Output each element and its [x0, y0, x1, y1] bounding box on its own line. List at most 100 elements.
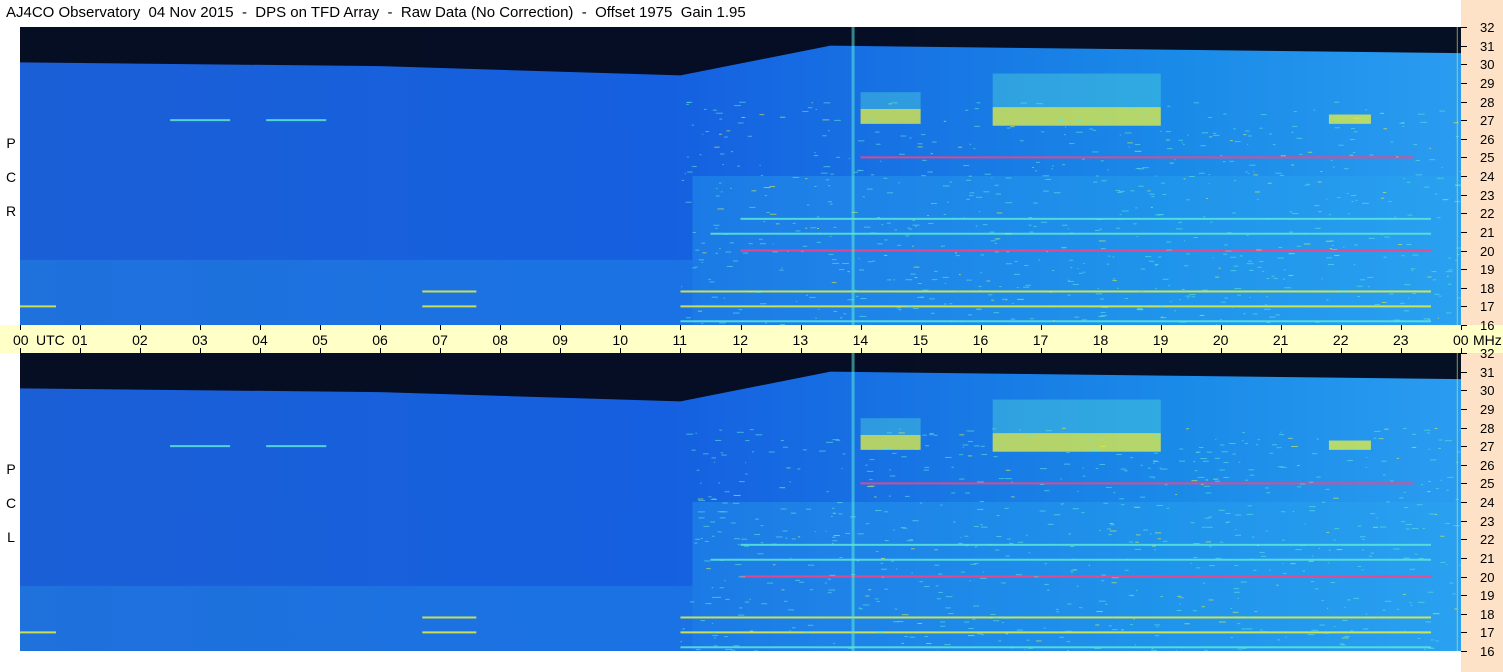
- noise-speckle: [1292, 125, 1298, 127]
- noise-speckle: [1064, 630, 1072, 632]
- noise-speckle: [1313, 109, 1316, 111]
- time-tick-label: 00: [13, 332, 29, 348]
- noise-speckle: [1049, 291, 1053, 293]
- noise-speckle: [919, 581, 924, 583]
- freq-tick-label: 26: [1480, 458, 1495, 473]
- noise-speckle: [1415, 174, 1423, 176]
- noise-speckle: [715, 439, 722, 441]
- noise-speckle: [1119, 134, 1122, 136]
- noise-speckle: [1213, 478, 1219, 480]
- noise-speckle: [1101, 180, 1107, 182]
- noise-speckle: [924, 466, 930, 468]
- freq-tick-mark: [1461, 102, 1467, 103]
- noise-speckle: [1428, 647, 1435, 649]
- noise-speckle: [1135, 541, 1139, 543]
- noise-speckle: [1076, 131, 1083, 133]
- noise-speckle: [682, 628, 685, 630]
- noise-speckle: [905, 495, 910, 497]
- noise-speckle: [1028, 552, 1031, 554]
- noise-speckle: [1111, 577, 1119, 579]
- noise-speckle: [1230, 636, 1233, 638]
- noise-speckle: [892, 452, 897, 454]
- noise-speckle: [893, 621, 900, 623]
- noise-speckle: [1185, 295, 1191, 297]
- noise-speckle: [724, 136, 728, 138]
- freq-tick-label: 23: [1480, 188, 1495, 203]
- noise-speckle: [949, 303, 953, 305]
- noise-speckle: [1061, 247, 1067, 249]
- noise-speckle: [1229, 140, 1233, 142]
- noise-speckle: [1309, 510, 1315, 512]
- noise-speckle: [1192, 610, 1197, 612]
- noise-speckle: [700, 620, 706, 622]
- noise-speckle: [1106, 263, 1110, 265]
- noise-speckle: [948, 613, 954, 615]
- noise-speckle: [701, 262, 703, 264]
- noise-speckle: [1067, 294, 1071, 296]
- noise-speckle: [884, 511, 888, 513]
- storm-emission: [1328, 440, 1371, 450]
- noise-speckle: [869, 120, 877, 122]
- noise-speckle: [754, 650, 758, 651]
- noise-speckle: [1368, 237, 1375, 239]
- time-tick-label: 14: [852, 332, 869, 348]
- noise-speckle: [698, 259, 705, 261]
- noise-speckle: [1117, 191, 1123, 193]
- time-tick-label: 07: [432, 332, 448, 348]
- noise-speckle: [1027, 647, 1034, 649]
- noise-speckle: [723, 297, 726, 299]
- noise-speckle: [942, 185, 950, 187]
- noise-speckle: [712, 596, 718, 598]
- noise-speckle: [1055, 608, 1059, 610]
- noise-speckle: [1061, 224, 1068, 226]
- freq-tick-label: 30: [1480, 383, 1495, 398]
- noise-speckle: [807, 107, 813, 109]
- noise-speckle: [1271, 275, 1275, 277]
- noise-speckle: [1094, 229, 1100, 231]
- noise-speckle: [689, 601, 695, 603]
- noise-speckle: [1109, 530, 1117, 532]
- noise-speckle: [1438, 439, 1443, 441]
- freq-tick-mark: [1461, 353, 1467, 354]
- noise-speckle: [1288, 253, 1295, 255]
- noise-speckle: [1158, 256, 1162, 258]
- noise-speckle: [1405, 523, 1412, 525]
- noise-speckle: [1311, 629, 1319, 631]
- noise-speckle: [1078, 439, 1080, 441]
- noise-speckle: [1441, 166, 1443, 168]
- noise-speckle: [1337, 197, 1341, 199]
- noise-speckle: [1181, 288, 1185, 290]
- noise-speckle: [1208, 174, 1211, 176]
- noise-speckle: [775, 536, 783, 538]
- noise-speckle: [779, 116, 786, 118]
- noise-speckle: [1438, 295, 1442, 297]
- noise-speckle: [1352, 152, 1356, 154]
- noise-speckle: [978, 211, 981, 213]
- noise-speckle: [1223, 113, 1227, 115]
- noise-speckle: [1156, 505, 1163, 507]
- noise-speckle: [917, 146, 923, 148]
- noise-speckle: [809, 589, 814, 591]
- noise-speckle: [1366, 456, 1368, 458]
- noise-speckle: [1440, 535, 1445, 537]
- noise-speckle: [831, 507, 835, 509]
- freq-tick-label: 18: [1480, 607, 1495, 622]
- noise-speckle: [1199, 314, 1205, 316]
- noise-speckle: [758, 238, 763, 240]
- noise-speckle: [1414, 553, 1418, 555]
- rfi-line: [710, 558, 1431, 561]
- noise-speckle: [1165, 131, 1172, 133]
- noise-speckle: [958, 542, 963, 544]
- noise-speckle: [959, 478, 965, 480]
- edge-marker: [1456, 27, 1458, 325]
- noise-speckle: [867, 261, 873, 263]
- noise-speckle: [1070, 267, 1073, 269]
- noise-speckle: [695, 432, 697, 434]
- freq-tick-label: 17: [1480, 625, 1495, 640]
- noise-speckle: [739, 101, 746, 103]
- noise-speckle: [875, 143, 881, 145]
- noise-speckle: [1281, 539, 1285, 541]
- noise-speckle: [1106, 528, 1112, 530]
- noise-speckle: [815, 108, 818, 110]
- noise-speckle: [880, 160, 882, 162]
